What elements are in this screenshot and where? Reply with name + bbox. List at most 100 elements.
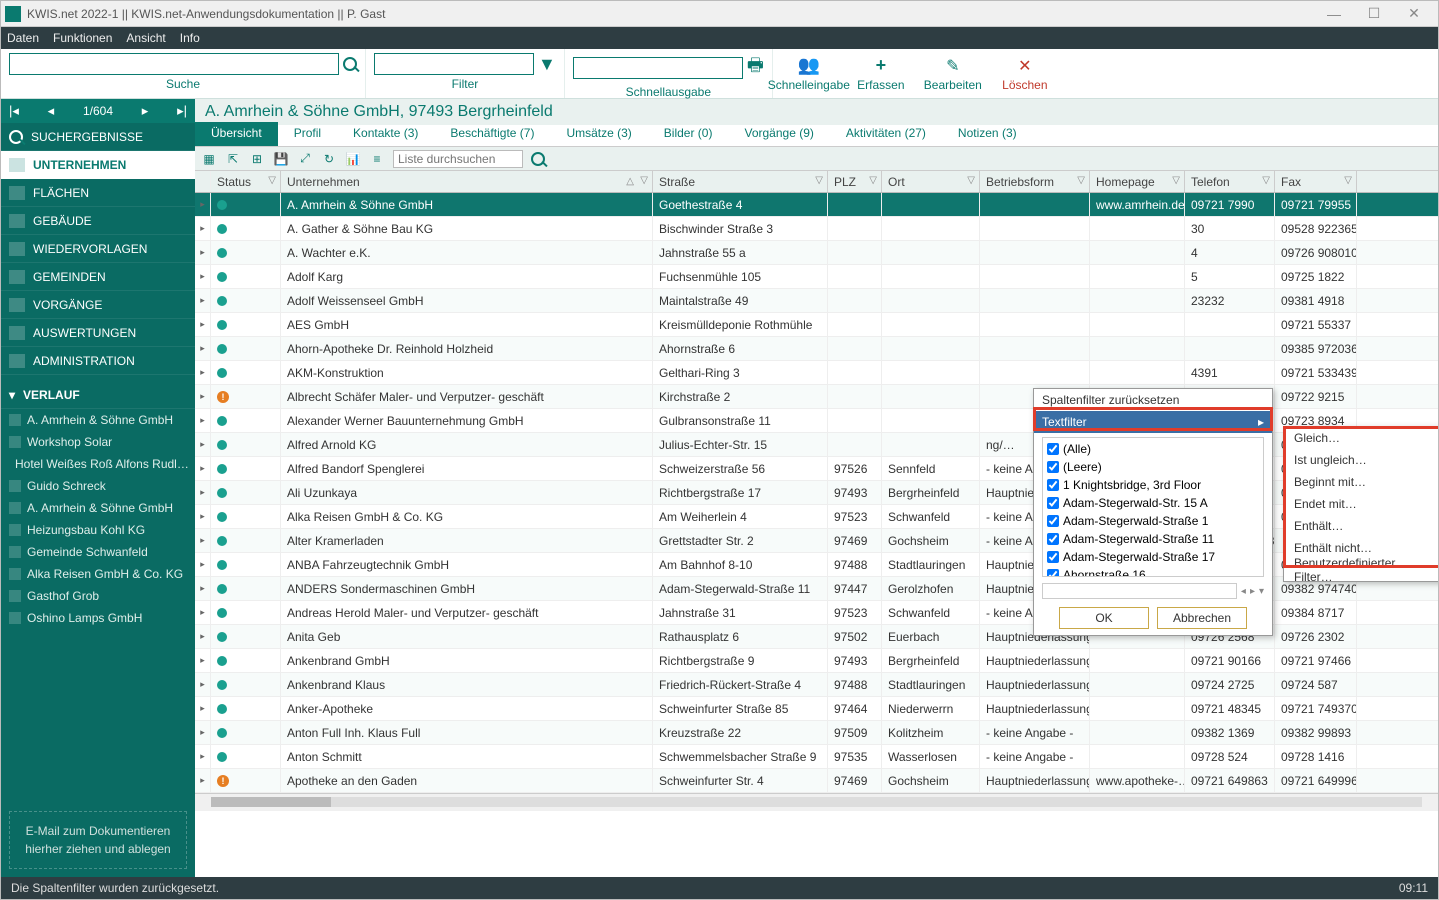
- nav-first[interactable]: |◂: [9, 103, 19, 119]
- sidebar-item-auswertungen[interactable]: AUSWERTUNGEN: [1, 319, 195, 347]
- row-expand-icon[interactable]: ▸: [195, 601, 211, 624]
- row-expand-icon[interactable]: ▸: [195, 361, 211, 384]
- row-expand-icon[interactable]: ▸: [195, 505, 211, 528]
- export-icon[interactable]: ⇱: [225, 151, 241, 167]
- tab-4[interactable]: Umsätze (3): [550, 122, 647, 146]
- filter-check-item[interactable]: (Leere): [1045, 458, 1261, 476]
- history-item[interactable]: Hotel Weißes Roß Alfons Rudl…: [1, 453, 195, 475]
- row-expand-icon[interactable]: ▸: [195, 409, 211, 432]
- close-button[interactable]: ✕: [1394, 2, 1434, 26]
- row-expand-icon[interactable]: ▸: [195, 673, 211, 696]
- filter-check-item[interactable]: Ahornstraße 16: [1045, 566, 1261, 577]
- maximize-button[interactable]: ☐: [1354, 2, 1394, 26]
- filter-check-item[interactable]: 1 Knightsbridge, 3rd Floor: [1045, 476, 1261, 494]
- row-expand-icon[interactable]: ▸: [195, 217, 211, 240]
- scroll-right-icon[interactable]: ▸: [1250, 586, 1255, 597]
- sidebar-item-flächen[interactable]: FLÄCHEN: [1, 179, 195, 207]
- history-item[interactable]: Workshop Solar: [1, 431, 195, 453]
- table-row[interactable]: ▸Adolf Weissenseel GmbHMaintalstraße 492…: [195, 289, 1438, 313]
- row-expand-icon[interactable]: ▸: [195, 721, 211, 744]
- sidebar-item-vorgänge[interactable]: VORGÄNGE: [1, 291, 195, 319]
- filter-checkbox[interactable]: [1047, 479, 1059, 491]
- table-row[interactable]: ▸AKM-KonstruktionGelthari-Ring 343910972…: [195, 361, 1438, 385]
- filter-check-item[interactable]: Adam-Stegerwald-Straße 1: [1045, 512, 1261, 530]
- row-expand-icon[interactable]: ▸: [195, 745, 211, 768]
- search-icon[interactable]: [343, 57, 357, 71]
- history-item[interactable]: Heizungsbau Kohl KG: [1, 519, 195, 541]
- filter-check-item[interactable]: Adam-Stegerwald-Str. 15 A: [1045, 494, 1261, 512]
- grid-search-icon[interactable]: [531, 152, 545, 166]
- col-fax[interactable]: Fax▽: [1275, 171, 1357, 192]
- sidebar-item-gemeinden[interactable]: GEMEINDEN: [1, 263, 195, 291]
- expand-icon[interactable]: ⤢: [297, 151, 313, 167]
- filter-checkbox[interactable]: [1047, 515, 1059, 527]
- loeschen-button[interactable]: ✕ Löschen: [989, 49, 1061, 98]
- col-homepage[interactable]: Homepage▽: [1090, 171, 1185, 192]
- row-expand-icon[interactable]: ▸: [195, 265, 211, 288]
- schnelleingabe-button[interactable]: 👥 Schnelleingabe: [773, 49, 845, 98]
- filter-checkbox[interactable]: [1047, 569, 1059, 577]
- tab-7[interactable]: Aktivitäten (27): [830, 122, 942, 146]
- row-expand-icon[interactable]: ▸: [195, 481, 211, 504]
- row-expand-icon[interactable]: ▸: [195, 289, 211, 312]
- bearbeiten-button[interactable]: ✎ Bearbeiten: [917, 49, 989, 98]
- col-status[interactable]: Status▽: [211, 171, 281, 192]
- tab-5[interactable]: Bilder (0): [648, 122, 729, 146]
- sidebar-suchergebnisse[interactable]: SUCHERGEBNISSE: [1, 123, 195, 151]
- tab-1[interactable]: Profil: [278, 122, 337, 146]
- history-item[interactable]: Oshino Lamps GmbH: [1, 607, 195, 629]
- minimize-button[interactable]: —: [1314, 2, 1354, 26]
- refresh-icon[interactable]: ↻: [321, 151, 337, 167]
- sidebar-verlauf-header[interactable]: ▾ VERLAUF: [1, 381, 195, 409]
- row-expand-icon[interactable]: ▸: [195, 577, 211, 600]
- col-strasse[interactable]: Straße▽: [653, 171, 828, 192]
- tab-0[interactable]: Übersicht: [195, 122, 278, 146]
- filter-checkbox[interactable]: [1047, 461, 1059, 473]
- erfassen-button[interactable]: + Erfassen: [845, 49, 917, 98]
- chart-icon[interactable]: 📊: [345, 151, 361, 167]
- filter-icon[interactable]: ▼: [538, 54, 556, 75]
- table-row[interactable]: ▸Ahorn-Apotheke Dr. Reinhold HolzheidAho…: [195, 337, 1438, 361]
- table-row[interactable]: ▸A. Wachter e.K.Jahnstraße 55 a409726 90…: [195, 241, 1438, 265]
- filter-check-item[interactable]: (Alle): [1045, 440, 1261, 458]
- menu-info[interactable]: Info: [180, 31, 200, 45]
- filter-search-input[interactable]: [1042, 583, 1237, 599]
- nav-last[interactable]: ▸|: [177, 103, 187, 119]
- filter-cancel-button[interactable]: Abbrechen: [1157, 607, 1247, 629]
- menu-daten[interactable]: Daten: [7, 31, 39, 45]
- row-expand-icon[interactable]: ▸: [195, 241, 211, 264]
- textfilter-option[interactable]: Endet mit…: [1284, 493, 1438, 515]
- row-expand-icon[interactable]: ▸: [195, 313, 211, 336]
- menu-funktionen[interactable]: Funktionen: [53, 31, 112, 45]
- nav-prev[interactable]: ◂: [48, 103, 55, 119]
- row-expand-icon[interactable]: ▸: [195, 625, 211, 648]
- table-row[interactable]: ▸!Apotheke an den GadenSchweinfurter Str…: [195, 769, 1438, 793]
- columns-icon[interactable]: ▦: [201, 151, 217, 167]
- filter-checkbox[interactable]: [1047, 551, 1059, 563]
- table-row[interactable]: ▸Anton SchmittSchwemmelsbacher Straße 99…: [195, 745, 1438, 769]
- col-ort[interactable]: Ort▽: [882, 171, 980, 192]
- sidebar-item-gebäude[interactable]: GEBÄUDE: [1, 207, 195, 235]
- tab-3[interactable]: Beschäftigte (7): [434, 122, 550, 146]
- sidebar-item-unternehmen[interactable]: UNTERNEHMEN: [1, 151, 195, 179]
- history-item[interactable]: A. Amrhein & Söhne GmbH: [1, 497, 195, 519]
- table-row[interactable]: ▸Ankenbrand GmbHRichtbergstraße 997493Be…: [195, 649, 1438, 673]
- row-expand-icon[interactable]: ▸: [195, 457, 211, 480]
- col-telefon[interactable]: Telefon▽: [1185, 171, 1275, 192]
- row-expand-icon[interactable]: ▸: [195, 529, 211, 552]
- settings-icon[interactable]: ≡: [369, 151, 385, 167]
- col-unternehmen[interactable]: Unternehmen△▽: [281, 171, 653, 192]
- history-item[interactable]: Alka Reisen GmbH & Co. KG: [1, 563, 195, 585]
- save-icon[interactable]: 💾: [273, 151, 289, 167]
- table-row[interactable]: ▸Anton Full Inh. Klaus FullKreuzstraße 2…: [195, 721, 1438, 745]
- table-row[interactable]: ▸Adolf KargFuchsenmühle 105509725 1822: [195, 265, 1438, 289]
- row-expand-icon[interactable]: ▸: [195, 649, 211, 672]
- email-dropzone[interactable]: E-Mail zum Dokumentieren hierher ziehen …: [9, 811, 187, 869]
- filter-checkbox[interactable]: [1047, 497, 1059, 509]
- textfilter-option[interactable]: Beginnt mit…: [1284, 471, 1438, 493]
- tab-6[interactable]: Vorgänge (9): [728, 122, 829, 146]
- filter-checkbox[interactable]: [1047, 533, 1059, 545]
- row-expand-icon[interactable]: ▸: [195, 769, 211, 792]
- row-expand-icon[interactable]: ▸: [195, 385, 211, 408]
- row-expand-icon[interactable]: ▸: [195, 337, 211, 360]
